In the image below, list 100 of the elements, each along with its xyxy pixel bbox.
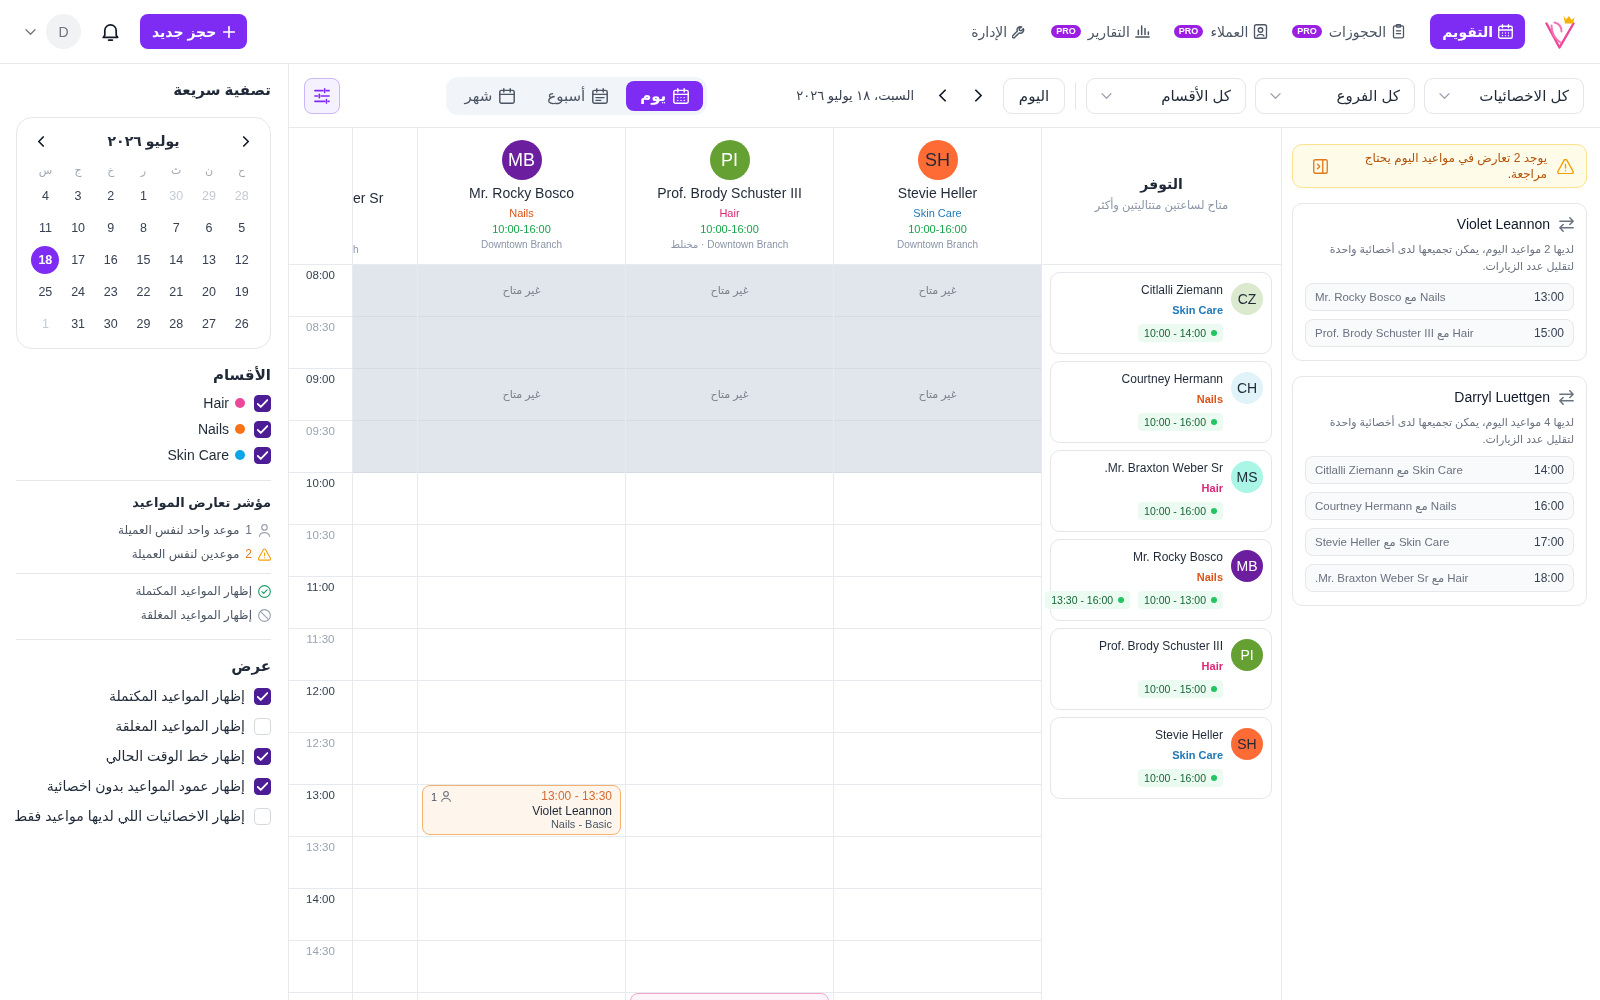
chevron-down-icon[interactable] [25,28,36,35]
chevron-right-icon[interactable] [243,135,249,147]
specialist-name: Mr. Rocky Bosco [469,185,574,202]
bar-chart-icon [1134,24,1150,39]
chevron-left-icon[interactable] [939,89,946,102]
working-hours: 10:00-16:00 [908,222,967,237]
unavailable-label: غير متاح [710,284,749,297]
view-tab[interactable]: شهر [450,80,530,111]
availability-card[interactable]: MS Mr. Braxton Weber Sr. Hair 10:00 - 16:00 [1050,450,1272,532]
section-heading: الأقسام [211,365,271,385]
calendar-day[interactable]: 14 [162,246,191,274]
filter-settings-button[interactable] [304,77,340,114]
calendar-day[interactable]: 23 [96,278,125,306]
user-avatar[interactable]: D [46,14,81,49]
specialist-name: Stevie Heller [1154,727,1223,743]
option-label: إظهار خط الوقت الحالي [105,748,245,764]
calendar-day[interactable]: 22 [129,278,158,306]
checkbox[interactable] [254,687,271,705]
time-label: 09:00 [306,372,335,386]
calendar-day[interactable]: 9 [96,214,125,242]
calendar-day[interactable]: 30 [96,310,125,338]
available-slot[interactable]: 13:30 - 16:00 [1045,591,1131,609]
time-range: 13:30 - 16:00 [1051,594,1114,606]
checkbox[interactable] [254,420,271,438]
guest-count: 1 [431,790,438,803]
availability-card[interactable]: CZ Citlalli Ziemann Skin Care 10:00 - 14:00 [1050,272,1272,354]
checkbox[interactable] [254,394,271,412]
availability-card[interactable]: PI Prof. Brody Schuster III Hair 10:00 - 15:00 [1050,628,1272,710]
today-button[interactable]: اليوم [1003,77,1065,114]
availability-card[interactable]: SH Stevie Heller Skin Care 10:00 - 16:00 [1050,717,1272,799]
calendar-day[interactable]: 6 [194,214,223,242]
unavailable-label: غير متاح [502,284,541,297]
filter-dropdown[interactable]: كل الاخصائيات [1424,77,1584,114]
branch-label: Downtown Branch · مختلط [670,238,789,252]
available-slot[interactable]: 10:00 - 15:00 [1138,680,1223,698]
appointment-summary: Hair مع Mr. Braxton Weber Sr. [1315,571,1469,585]
panel-toggle-icon[interactable] [1313,158,1328,174]
checkbox[interactable] [254,446,271,464]
avatar: MB [1231,550,1263,582]
available-slot[interactable]: 10:00 - 16:00 [1138,502,1223,520]
nav-tab[interactable]: التقويم [1430,14,1525,49]
calendar-day[interactable]: 29 [129,310,158,338]
weekday-label: س [37,163,54,179]
status-dot-icon [1211,597,1217,603]
sliders-icon [314,87,330,104]
calendar-day[interactable]: 5 [227,214,256,242]
time-label: 12:00 [306,684,335,698]
client-name: Violet Leannon [532,804,612,818]
calendar-day[interactable]: 15 [129,246,158,274]
sidebar-title: تصفية سريعة [172,80,271,100]
calendar-day[interactable]: 11 [31,214,60,242]
chevron-down-icon [1439,92,1450,99]
calendar-day[interactable]: 18 [31,246,60,274]
calendar-day[interactable]: 10 [64,214,93,242]
calendar-day[interactable]: 28 [162,310,191,338]
calendar-day[interactable]: 13 [194,246,223,274]
chevron-right-icon[interactable] [975,89,982,102]
checkbox[interactable] [254,747,271,765]
calendar-day[interactable]: 21 [162,278,191,306]
checkbox[interactable] [254,777,271,795]
calendar-day[interactable]: 24 [64,278,93,306]
availability-subtitle: متاح لساعتين متتاليتين وأكثر [1094,198,1229,212]
appointment-time: 18:00 [1533,571,1564,585]
available-slot[interactable]: 10:00 - 16:00 [1138,413,1223,431]
view-tab[interactable]: يوم [626,80,704,111]
unavailable-label: غير متاح [710,388,749,401]
calendar-day[interactable]: 20 [194,278,223,306]
check-icon [257,781,268,791]
weekday-label: ث [170,163,183,178]
available-slot[interactable]: 10:00 - 16:00 [1138,769,1223,787]
chevron-left-icon[interactable] [38,135,44,147]
calendar-day[interactable]: 2 [96,182,125,210]
new-booking-button[interactable]: حجز جديد [140,14,248,49]
time-label: 09:30 [306,424,335,438]
calendar-day[interactable]: 4 [31,182,60,210]
calendar-day[interactable]: 19 [227,278,256,306]
available-slot[interactable]: 10:00 - 14:00 [1138,324,1223,342]
calendar-day[interactable]: 16 [96,246,125,274]
calendar-day[interactable]: 3 [64,182,93,210]
calendar-day[interactable]: 17 [64,246,93,274]
time-label: 10:00 [306,476,335,490]
filter-dropdown[interactable]: كل الفروع [1255,77,1415,114]
avatar: SH [1231,728,1263,760]
calendar-day[interactable]: 31 [64,310,93,338]
alert-message: يوجد 2 تعارض في مواعيد اليوم يحتاج مراجعة. [1363,150,1547,182]
filter-dropdown[interactable]: كل الأقسام [1086,77,1246,114]
specialist-name: Prof. Brody Schuster III [657,185,802,202]
availability-card[interactable]: CH Courtney Hermann Nails 10:00 - 16:00 [1050,361,1272,443]
time-label: 13:00 [306,788,335,802]
calendar-day[interactable]: 1 [129,182,158,210]
appointment-time: 17:00 [1533,535,1564,549]
calendar-day[interactable]: 25 [31,278,60,306]
nav-tab[interactable]: الإدارة [971,14,1028,49]
view-tab[interactable]: أسبوع [533,80,623,111]
calendar-day[interactable]: 7 [162,214,191,242]
calendar-day[interactable]: 27 [194,310,223,338]
bell-icon[interactable] [102,22,119,41]
calendar-day[interactable]: 26 [227,310,256,338]
calendar-day[interactable]: 8 [129,214,158,242]
calendar-day[interactable]: 12 [227,246,256,274]
